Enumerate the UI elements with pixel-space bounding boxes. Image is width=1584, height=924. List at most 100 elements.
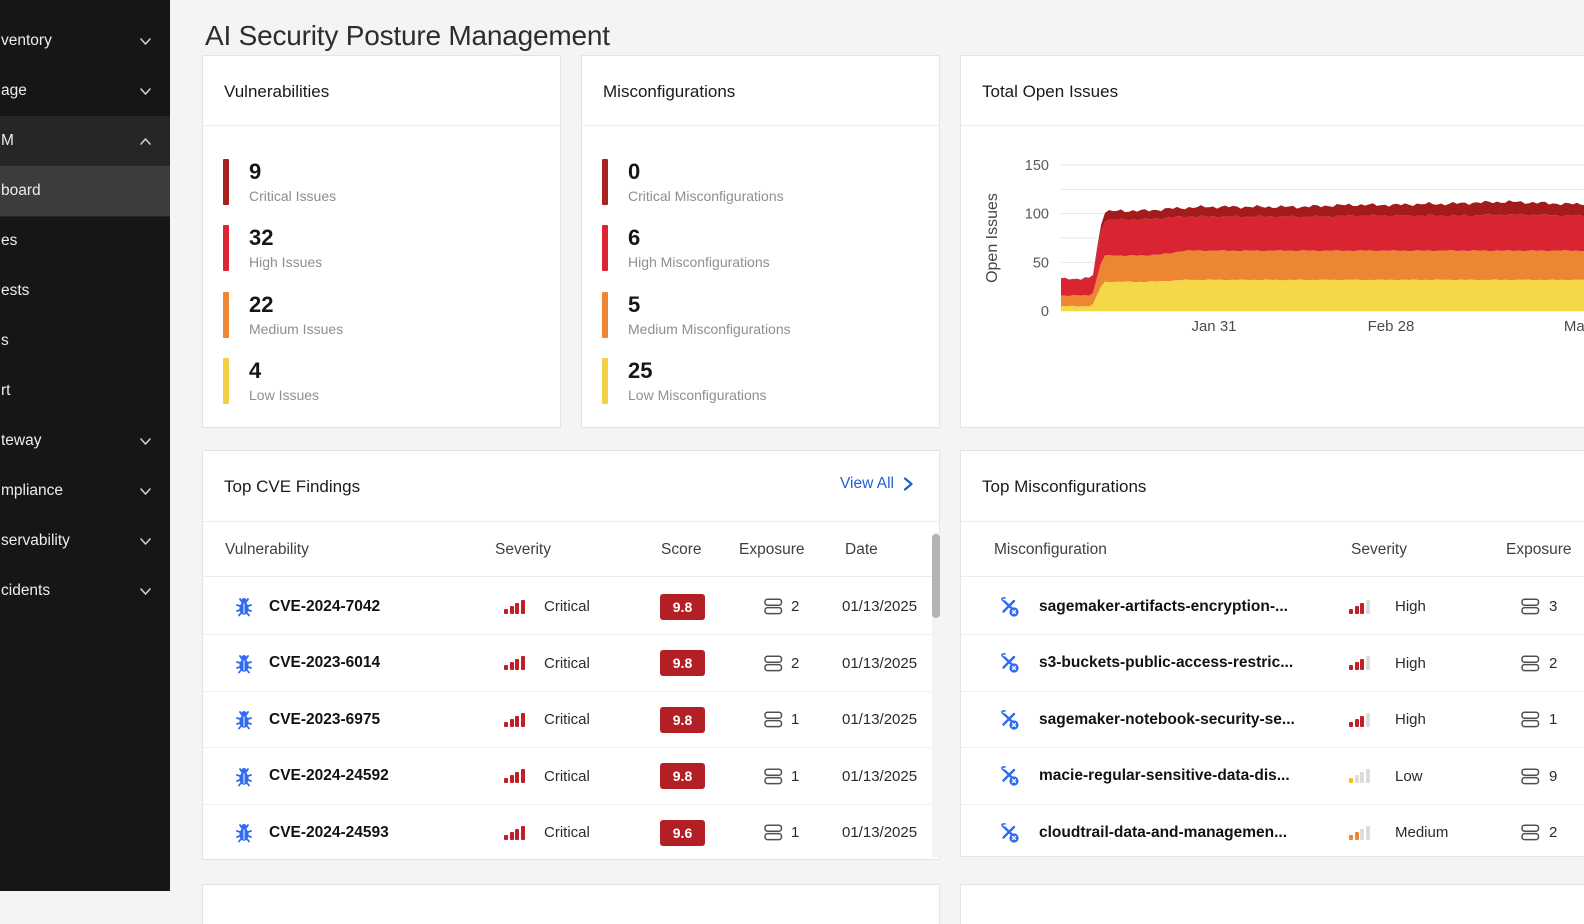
sidebar-item-ventory[interactable]: ventory [0,16,170,66]
cve-table-row[interactable]: CVE-2024-24592Critical9.8101/13/2025 [203,748,939,805]
cve-severity-label: Critical [544,768,590,785]
misconfig-table-row[interactable]: sagemaker-artifacts-encryption-...High3 [961,578,1584,635]
vulnerabilities-card-title: Vulnerabilities [224,82,329,102]
misconfig-name-cell: macie-regular-sensitive-data-dis... [1039,748,1290,805]
misconfig-name: cloudtrail-data-and-managemen... [1039,824,1287,842]
sidebar-item-M[interactable]: M [0,116,170,166]
cve-table-row[interactable]: CVE-2023-6014Critical9.8201/13/2025 [203,635,939,692]
svg-text:100: 100 [1025,207,1049,223]
cve-exposure-count: 1 [791,768,799,785]
metric-value: 32 [249,226,322,250]
vuln-metric-critical: 9Critical Issues [223,159,336,205]
chevron-down-icon [138,34,153,49]
open-issues-area-chart: 050100150Open IssuesJan 31Feb 28Mar 31 [961,141,1584,356]
top-misconfigurations-card-title: Top Misconfigurations [982,477,1146,497]
total-open-issues-card: Total Open Issues 050100150Open IssuesJa… [960,55,1584,428]
area-series-low [1061,279,1584,311]
exposure-stack-icon [1521,768,1540,785]
misconfig-table-row[interactable]: cloudtrail-data-and-managemen...Medium2 [961,804,1584,861]
misconfig-name: s3-buckets-public-access-restric... [1039,654,1293,672]
cve-table-header: Vulnerability Severity Score Exposure Da… [203,522,939,577]
metric-label: High Issues [249,254,322,271]
sidebar-item-ests[interactable]: ests [0,266,170,316]
cve-table-scrollbar-track[interactable] [932,532,940,858]
severity-bars-icon-critical [504,769,525,783]
sidebar-item-label: ventory [0,32,52,50]
view-all-link[interactable]: View All [840,475,915,493]
bug-icon [234,709,254,730]
sidebar-item-label: teway [0,432,42,450]
cve-score-badge: 9.6 [660,820,705,846]
cve-table-scrollbar-thumb[interactable] [932,534,940,618]
sidebar-item-es[interactable]: es [0,216,170,266]
misconfig-exposure-cell: 1 [1549,691,1557,748]
cve-bug-cell [234,804,254,861]
chevron-down-icon [138,84,153,99]
col-exposure: Exposure [1506,522,1571,577]
misconfig-table-row[interactable]: sagemaker-notebook-security-se...High1 [961,691,1584,748]
cve-name-cell: CVE-2023-6014 [269,635,380,692]
misconfig-icon-cell [999,748,1021,805]
cve-date: 01/13/2025 [842,655,917,672]
cve-date-cell: 01/13/2025 [842,804,917,861]
misconfig-exposure-cell: 2 [1549,635,1557,692]
sidebar-item-age[interactable]: age [0,66,170,116]
cve-table-row[interactable]: CVE-2024-24593Critical9.6101/13/2025 [203,804,939,861]
cve-exposure-count: 2 [791,655,799,672]
cve-score-badge: 9.8 [660,650,705,676]
sidebar-item-label: rt [0,382,10,400]
sidebar-item-board[interactable]: board [0,166,170,216]
cve-exposure-cell: 2 [791,578,799,635]
cve-id: CVE-2023-6975 [269,711,380,729]
severity-bars-icon-medium [1349,826,1370,840]
vuln-metric-low: 4Low Issues [223,358,319,404]
misconfigurations-card-header: Misconfigurations [582,56,939,126]
cve-bug-cell [234,748,254,805]
sidebar-item-servability[interactable]: servability [0,516,170,566]
misconfig-metric-high: 6High Misconfigurations [602,225,770,271]
cve-severity-icon-cell [504,748,525,805]
sidebar: ventory ageMboardes ests s rt teway mpliancese… [0,0,170,891]
cve-table-row[interactable]: CVE-2024-7042Critical9.8201/13/2025 [203,578,939,635]
top-cve-card-header: Top CVE Findings View All [203,451,939,522]
metric-label: Critical Issues [249,188,336,205]
cve-bug-cell [234,691,254,748]
sidebar-item-rt[interactable]: rt [0,366,170,416]
sidebar-item-s[interactable]: s [0,316,170,366]
cve-severity-cell: Critical [544,691,590,748]
misconfig-exposure-count: 2 [1549,824,1557,841]
misconfig-exposure-count: 2 [1549,655,1557,672]
misconfig-severity-label: High [1395,655,1426,672]
severity-bar-low [602,358,608,404]
vuln-metric-high: 32 High Issues [223,225,322,271]
svg-text:150: 150 [1025,158,1049,174]
misconfig-exposure-icon-cell [1521,804,1540,861]
misconfig-metric-low: 25Low Misconfigurations [602,358,767,404]
cve-exposure-cell: 1 [791,691,799,748]
misconfig-table-row[interactable]: s3-buckets-public-access-restric... High 2 [961,635,1584,692]
sidebar-item-mpliance[interactable]: mpliance [0,466,170,516]
svg-text:50: 50 [1033,255,1049,271]
cve-date-cell: 01/13/2025 [842,748,917,805]
metric-value: 0 [628,160,784,184]
top-misconfigurations-card: Top Misconfigurations Misconfiguration S… [960,450,1584,857]
cve-exposure-icon-cell [764,635,783,692]
misconfig-table-header: Misconfiguration Severity Exposure [961,522,1584,577]
exposure-stack-icon [764,655,783,672]
sidebar-item-cidents[interactable]: cidents [0,566,170,616]
chevron-down-icon [138,534,153,549]
cve-score-badge: 9.8 [660,594,705,620]
sidebar-item-teway[interactable]: teway [0,416,170,466]
misconfig-table-row[interactable]: macie-regular-sensitive-data-dis...Low9 [961,748,1584,805]
cve-exposure-count: 2 [791,598,799,615]
misconfig-severity-cell: High [1395,691,1426,748]
misconfig-exposure-icon-cell [1521,691,1540,748]
misconfig-severity-icon-cell [1349,635,1370,692]
cve-table-row[interactable]: CVE-2023-6975Critical9.8101/13/2025 [203,691,939,748]
cve-exposure-icon-cell [764,578,783,635]
metric-label: Medium Issues [249,321,343,338]
sidebar-item-label: ests [0,282,29,300]
cve-bug-cell [234,578,254,635]
chevron-right-icon [903,477,915,491]
misconfigurations-card-title: Misconfigurations [603,82,735,102]
